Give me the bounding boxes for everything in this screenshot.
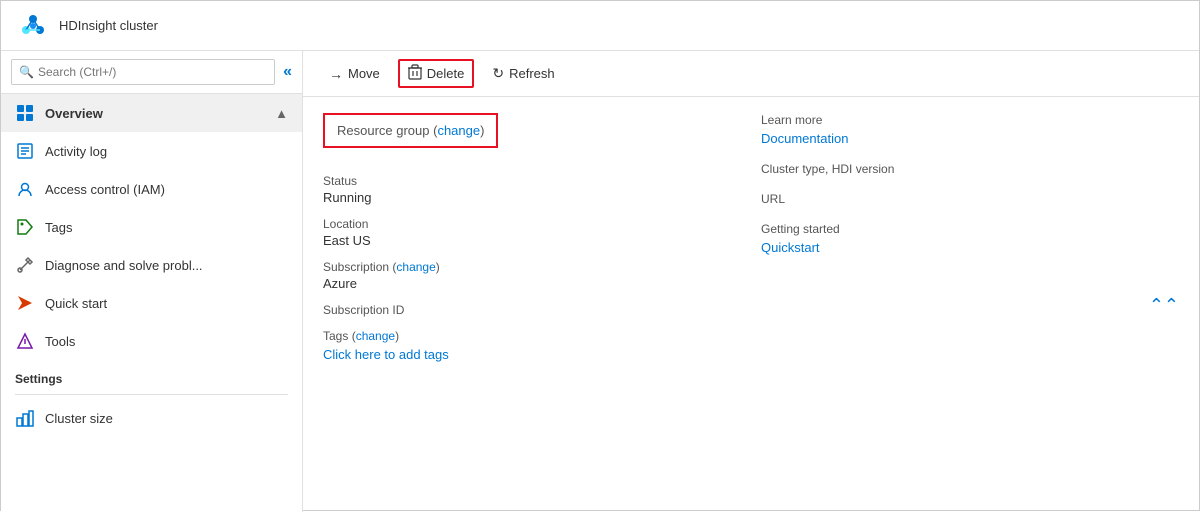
subscription-link[interactable]: Azure [323, 276, 357, 291]
getting-started-section: Getting started Quickstart [761, 222, 1179, 255]
cluster-size-icon [15, 408, 35, 428]
tools-icon [15, 331, 35, 351]
delete-icon [408, 64, 422, 83]
sidebar-item-tools-label: Tools [45, 334, 75, 349]
search-bar: 🔍 « [1, 51, 302, 94]
collapse-sidebar-button[interactable]: « [283, 63, 292, 81]
sidebar-item-overview[interactable]: Overview ▲ [1, 94, 302, 132]
overview-icon [15, 103, 35, 123]
sidebar-item-access-control[interactable]: Access control (IAM) [1, 170, 302, 208]
sidebar-item-overview-label: Overview [45, 106, 103, 121]
sidebar-item-cluster-size-label: Cluster size [45, 411, 113, 426]
sidebar-item-activity-log[interactable]: Activity log [1, 132, 302, 170]
sidebar-item-quick-start[interactable]: Quick start [1, 284, 302, 322]
activity-log-icon [15, 141, 35, 161]
sidebar-item-cluster-size[interactable]: Cluster size [1, 399, 302, 437]
status-label: Status [323, 174, 731, 188]
refresh-button[interactable]: ↻ Refresh [482, 60, 564, 87]
subscription-id-label: Subscription ID [323, 303, 731, 317]
content-area: → Move Delete ↻ Refresh [303, 51, 1199, 512]
delete-button[interactable]: Delete [398, 59, 475, 88]
getting-started-label: Getting started [761, 222, 1179, 236]
settings-divider [15, 394, 288, 395]
sidebar-item-tags[interactable]: Tags [1, 208, 302, 246]
sidebar-item-diagnose[interactable]: Diagnose and solve probl... [1, 246, 302, 284]
sidebar-item-diagnose-label: Diagnose and solve probl... [45, 258, 203, 273]
sidebar-item-quick-start-label: Quick start [45, 296, 107, 311]
detail-panel: Resource group (change) Status Running L… [303, 97, 1199, 512]
access-control-icon [15, 179, 35, 199]
tags-field: Tags (change) Click here to add tags [323, 329, 731, 362]
resource-group-change-link[interactable]: change [437, 123, 480, 138]
resource-group-label: Resource group (change) [337, 123, 484, 138]
delete-label: Delete [427, 66, 465, 81]
sidebar-item-activity-log-label: Activity log [45, 144, 107, 159]
subscription-change-link[interactable]: change [396, 260, 435, 274]
learn-more-section: Learn more Documentation [761, 113, 1179, 146]
settings-section-title: Settings [1, 360, 302, 390]
sidebar-item-tools[interactable]: Tools [1, 322, 302, 360]
diagnose-icon [15, 255, 35, 275]
move-button[interactable]: → Move [319, 61, 390, 87]
location-label: Location [323, 217, 731, 231]
overview-collapse-arrow: ▲ [275, 106, 288, 121]
sidebar-item-access-control-label: Access control (IAM) [45, 182, 165, 197]
tags-label: Tags (change) [323, 329, 731, 343]
tags-change-link[interactable]: change [356, 329, 395, 343]
status-field: Status Running [323, 174, 731, 205]
main-layout: 🔍 « Overview ▲ Activity log [1, 51, 1199, 512]
app-title: HDInsight cluster [59, 18, 158, 33]
subscription-value: Azure [323, 276, 731, 291]
detail-left-section: Resource group (change) Status Running L… [323, 113, 751, 374]
toolbar: → Move Delete ↻ Refresh [303, 51, 1199, 97]
subscription-label: Subscription (change) [323, 260, 731, 274]
detail-right-section: Learn more Documentation Cluster type, H… [751, 113, 1179, 374]
search-icon: 🔍 [19, 65, 34, 79]
hdi-logo [17, 10, 49, 42]
status-value: Running [323, 190, 731, 205]
subscription-id-field: Subscription ID [323, 303, 731, 317]
add-tags-link[interactable]: Click here to add tags [323, 347, 449, 362]
documentation-link[interactable]: Documentation [761, 131, 1179, 146]
nav-list: Overview ▲ Activity log Access control (… [1, 94, 302, 512]
sidebar-item-tags-label: Tags [45, 220, 72, 235]
resource-group-box: Resource group (change) [323, 113, 498, 148]
cluster-type-section: Cluster type, HDI version [761, 162, 1179, 176]
subscription-field: Subscription (change) Azure [323, 260, 731, 291]
sidebar: 🔍 « Overview ▲ Activity log [1, 51, 303, 512]
url-section: URL [761, 192, 1179, 206]
move-label: Move [348, 66, 380, 81]
search-input[interactable] [11, 59, 275, 85]
learn-more-label: Learn more [761, 113, 1179, 127]
quick-start-icon [15, 293, 35, 313]
top-header: HDInsight cluster [1, 1, 1199, 51]
location-value: East US [323, 233, 731, 248]
refresh-icon: ↻ [492, 65, 504, 82]
quickstart-link[interactable]: Quickstart [761, 240, 1179, 255]
refresh-label: Refresh [509, 66, 555, 81]
url-label: URL [761, 192, 1179, 206]
cluster-type-label: Cluster type, HDI version [761, 162, 1179, 176]
move-icon: → [329, 66, 343, 82]
tags-icon [15, 217, 35, 237]
location-field: Location East US [323, 217, 731, 248]
scroll-up-button[interactable]: ⌃⌃ [1149, 295, 1179, 316]
